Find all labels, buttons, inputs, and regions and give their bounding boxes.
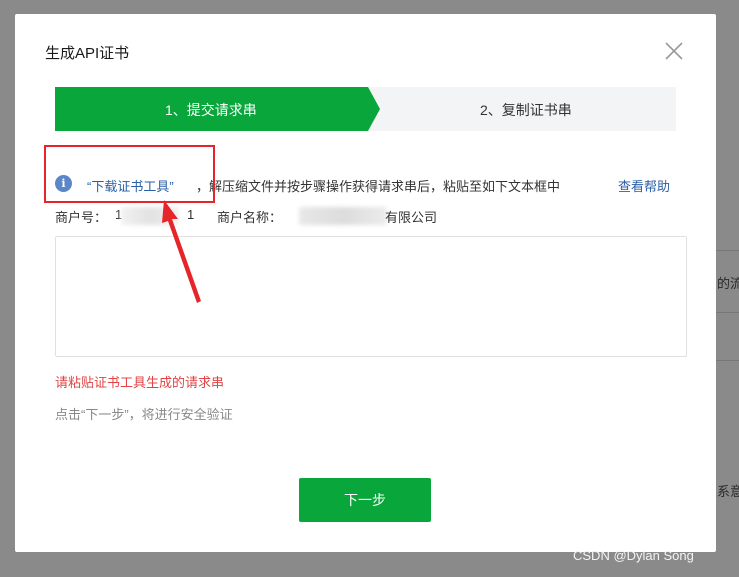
next-step-button[interactable]: 下一步 — [299, 478, 431, 522]
step-1-label: 1、提交请求串 — [165, 102, 257, 118]
help-link[interactable]: 查看帮助 — [618, 176, 670, 195]
merchant-name-suffix: 有限公司 — [385, 210, 438, 225]
redacted-merchant-name — [299, 207, 387, 225]
request-string-input[interactable] — [55, 236, 687, 357]
instruction-row: i “下载证书工具” ，解压缩文件并按步骤操作获得请求串后，粘贴至如下文本框中 … — [55, 174, 680, 194]
merchant-name-label: 商户名称： — [217, 210, 283, 225]
hint-text: 点击“下一步”，将进行安全验证 — [55, 407, 233, 422]
background-divider — [715, 360, 739, 361]
merchant-id-label: 商户号： — [55, 210, 108, 225]
modal-title: 生成API证书 — [45, 45, 130, 62]
error-message: 请粘贴证书工具生成的请求串 — [55, 375, 225, 390]
close-icon — [665, 42, 683, 60]
background-divider — [715, 250, 739, 251]
step-2-label: 2、复制证书串 — [480, 102, 572, 118]
step-indicator: 1、提交请求串 2、复制证书串 — [55, 87, 676, 131]
background-text: 的流 — [717, 276, 739, 291]
info-icon: i — [55, 175, 72, 192]
merchant-info: 商户号： 1 1 商户名称： 有限公司 — [55, 207, 675, 225]
api-cert-modal: 生成API证书 1、提交请求串 2、复制证书串 i “下载证书工具” ，解压缩文… — [15, 14, 716, 552]
background-divider — [715, 312, 739, 313]
close-button[interactable] — [663, 40, 685, 62]
instruction-text: ，解压缩文件并按步骤操作获得请求串后，粘贴至如下文本框中 — [196, 179, 561, 194]
merchant-id-suffix: 1 — [187, 207, 195, 222]
background-text: 系意 — [717, 484, 739, 499]
watermark: CSDN @Dylan Song — [573, 548, 694, 563]
redacted-merchant-id — [121, 207, 179, 225]
download-tool-link[interactable]: “下载证书工具” — [87, 176, 174, 195]
